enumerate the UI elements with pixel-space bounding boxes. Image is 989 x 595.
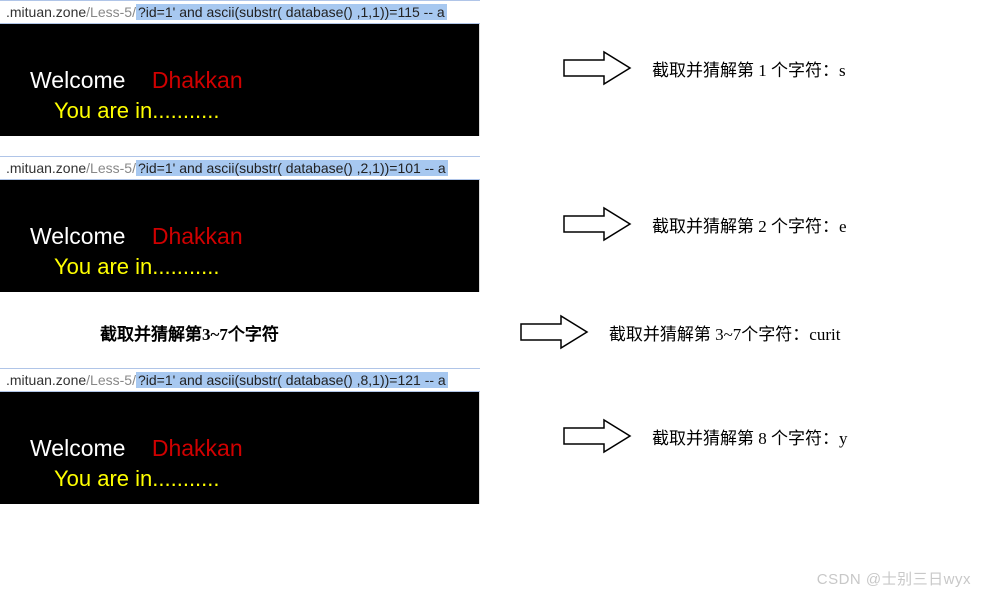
- welcome-text: Welcome: [30, 223, 125, 249]
- dhakkan-text: Dhakkan: [152, 435, 243, 461]
- dhakkan-text: Dhakkan: [152, 67, 243, 93]
- url-bar-3: .mituan.zone/Less-5/?id=1' and ascii(sub…: [0, 368, 480, 392]
- url-path: /Less-5/: [86, 160, 136, 176]
- result-label-2: 截取并猜解第 2 个字符：e: [652, 212, 847, 237]
- url-bar-1: .mituan.zone/Less-5/?id=1' and ascii(sub…: [0, 0, 480, 24]
- result-panel-2: Welcome Dhakkan You are in...........: [0, 180, 480, 292]
- mid-label: 截取并猜解第3~7个字符: [100, 320, 279, 345]
- result-panel-1: Welcome Dhakkan You are in...........: [0, 24, 480, 136]
- dhakkan-text: Dhakkan: [152, 223, 243, 249]
- result-label-1: 截取并猜解第 1 个字符：s: [652, 56, 846, 81]
- youarein-text: You are in...........: [54, 98, 479, 124]
- arrow-icon: [519, 314, 591, 350]
- url-query-2: ?id=1' and ascii(substr( database() ,2,1…: [136, 160, 448, 176]
- welcome-line: Welcome Dhakkan: [30, 435, 479, 462]
- url-prefix: .mituan.zone: [6, 4, 86, 20]
- welcome-line: Welcome Dhakkan: [30, 67, 479, 94]
- panel-group-3: .mituan.zone/Less-5/?id=1' and ascii(sub…: [0, 368, 480, 504]
- section-3: .mituan.zone/Less-5/?id=1' and ascii(sub…: [0, 368, 989, 504]
- url-query-1: ?id=1' and ascii(substr( database() ,1,1…: [136, 4, 447, 20]
- youarein-text: You are in...........: [54, 254, 479, 280]
- result-label-3: 截取并猜解第 3~7个字符：curit: [609, 320, 841, 345]
- welcome-text: Welcome: [30, 67, 125, 93]
- url-query-3: ?id=1' and ascii(substr( database() ,8,1…: [136, 372, 448, 388]
- panel-group-1: .mituan.zone/Less-5/?id=1' and ascii(sub…: [0, 0, 480, 136]
- welcome-text: Welcome: [30, 435, 125, 461]
- result-label-4: 截取并猜解第 8 个字符：y: [652, 424, 848, 449]
- result-panel-3: Welcome Dhakkan You are in...........: [0, 392, 480, 504]
- section-1: .mituan.zone/Less-5/?id=1' and ascii(sub…: [0, 0, 989, 136]
- url-path: /Less-5/: [86, 4, 136, 20]
- arrow-icon: [562, 418, 634, 454]
- url-prefix: .mituan.zone: [6, 372, 86, 388]
- url-prefix: .mituan.zone: [6, 160, 86, 176]
- url-path: /Less-5/: [86, 372, 136, 388]
- watermark: CSDN @士别三日wyx: [817, 568, 971, 589]
- section-2: .mituan.zone/Less-5/?id=1' and ascii(sub…: [0, 156, 989, 292]
- youarein-text: You are in...........: [54, 466, 479, 492]
- welcome-line: Welcome Dhakkan: [30, 223, 479, 250]
- panel-group-2: .mituan.zone/Less-5/?id=1' and ascii(sub…: [0, 156, 480, 292]
- section-mid: 截取并猜解第3~7个字符 截取并猜解第 3~7个字符：curit: [0, 312, 989, 352]
- arrow-icon: [562, 50, 634, 86]
- arrow-icon: [562, 206, 634, 242]
- url-bar-2: .mituan.zone/Less-5/?id=1' and ascii(sub…: [0, 156, 480, 180]
